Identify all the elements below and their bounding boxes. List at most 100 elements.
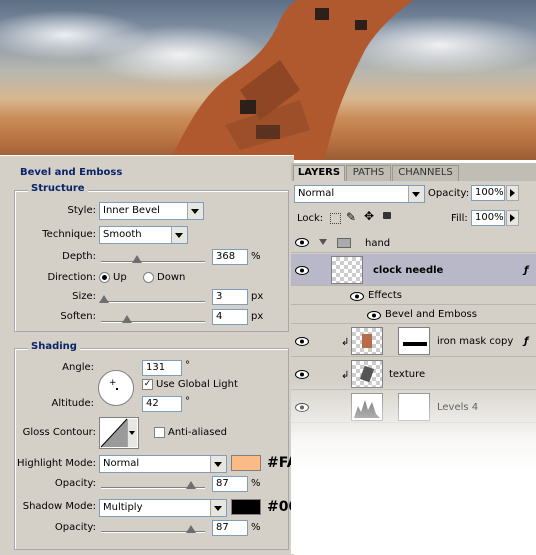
thumbnail-art [362,334,372,348]
highlight-mode-label: Highlight Mode: [17,458,96,469]
histogram-icon [354,400,380,418]
eye-icon[interactable] [295,266,309,275]
highlight-color-swatch[interactable] [231,455,261,471]
angle-dial[interactable]: + [98,370,134,406]
anti-aliased-label: Anti-aliased [168,427,228,438]
eye-icon[interactable] [295,370,309,379]
crosshair-icon: + [109,378,117,388]
fill-arrow-icon[interactable] [506,210,519,226]
depth-slider-thumb[interactable] [132,255,143,263]
layer-row[interactable]: ↲ texture [291,358,536,390]
structure-title: Structure [28,183,88,194]
altitude-unit: ° [185,396,190,407]
layer-row-effect[interactable]: Bevel and Emboss [291,306,536,324]
layer-name: iron mask copy [437,336,514,347]
chevron-down-icon[interactable] [408,186,424,202]
tab-paths[interactable]: PATHS [346,165,391,181]
soften-slider-thumb[interactable] [122,315,132,323]
layer-name: texture [389,369,426,380]
depth-unit: % [251,251,261,262]
altitude-input[interactable]: 42 [142,396,182,412]
angle-input[interactable]: 131 [142,360,182,376]
blend-mode-dropdown[interactable]: Normal [294,185,425,203]
technique-label: Technique: [42,229,96,240]
gloss-contour-picker[interactable] [99,417,139,449]
anti-aliased-checkbox[interactable] [154,427,165,438]
chevron-down-icon[interactable] [171,227,187,243]
layer-name: Bevel and Emboss [385,309,477,320]
shadow-color-swatch[interactable] [231,499,261,515]
eye-icon[interactable] [295,403,309,412]
use-global-light-label: Use Global Light [156,379,238,390]
shadow-opacity-slider-thumb[interactable] [186,525,197,533]
layer-row-effects[interactable]: Effects [291,287,536,305]
mask-art [403,342,427,346]
direction-up-label: Up [113,272,127,283]
move-icon[interactable]: ✥ [364,209,374,223]
panel-tabs: LAYERS PATHS CHANNELS [291,163,536,181]
size-slider-thumb[interactable] [99,295,110,303]
angle-center-dot [116,388,118,390]
layer-row-selected[interactable]: clock needle ƒ [291,254,536,286]
soften-input[interactable]: 4 [212,309,248,325]
direction-up-radio[interactable] [99,272,110,283]
fx-icon[interactable]: ƒ [524,265,528,276]
fill-input[interactable]: 100% [471,210,505,226]
layer-row-group[interactable]: hand [291,233,536,253]
lock-icon[interactable] [383,212,391,219]
eye-icon[interactable] [295,238,309,247]
chevron-down-icon[interactable] [187,203,203,219]
opacity-input[interactable]: 100% [471,185,505,201]
depth-input[interactable]: 368 [212,249,248,265]
opacity-arrow-icon[interactable] [506,185,519,201]
shadow-mode-dropdown[interactable]: Multiply [99,499,227,517]
layer-row[interactable]: Levels 4 [291,391,536,423]
layer-name: clock needle [373,265,444,276]
layer-mask-thumbnail [398,327,430,355]
lock-transparent-icon[interactable] [330,213,341,224]
brush-icon[interactable]: ✎ [346,210,356,224]
direction-down-radio[interactable] [143,272,154,283]
layer-name: Effects [368,290,402,301]
size-slider[interactable] [101,301,205,303]
layer-thumbnail [351,327,383,355]
layer-name: hand [365,238,391,249]
chevron-down-icon[interactable] [210,500,226,516]
style-label: Style: [67,205,97,216]
eye-icon[interactable] [350,292,364,301]
size-unit: px [251,291,264,302]
layer-row[interactable]: ↲ iron mask copy ƒ [291,325,536,357]
eye-icon[interactable] [295,337,309,346]
adjustment-thumbnail [351,393,383,421]
style-dropdown[interactable]: Inner Bevel [99,202,204,220]
chevron-down-icon[interactable] [210,456,226,472]
shadow-opacity-unit: % [251,522,261,533]
depth-slider[interactable] [101,261,205,263]
layer-thumbnail [351,360,383,388]
tab-channels[interactable]: CHANNELS [392,165,459,181]
soften-unit: px [251,311,264,322]
tab-layers[interactable]: LAYERS [293,165,345,181]
clip-arrow-icon: ↲ [341,337,350,348]
fx-icon[interactable]: ƒ [524,336,528,347]
eye-icon[interactable] [367,311,381,320]
blend-mode-value: Normal [298,188,335,199]
style-value: Inner Bevel [103,205,160,216]
use-global-light-checkbox[interactable]: ✓ [142,379,153,390]
shadow-mode-value: Multiply [103,502,143,513]
size-input[interactable]: 3 [212,289,248,305]
soften-slider[interactable] [101,321,205,323]
highlight-opacity-slider-thumb[interactable] [186,481,197,489]
layer-mask-thumbnail [398,393,430,421]
highlight-opacity-input[interactable]: 87 [212,476,248,492]
depth-label: Depth: [62,251,96,262]
size-label: Size: [72,291,96,302]
shadow-opacity-input[interactable]: 87 [212,520,248,536]
chevron-down-icon[interactable] [127,419,137,447]
technique-dropdown[interactable]: Smooth [99,226,188,244]
shadow-mode-label: Shadow Mode: [22,501,96,512]
fill-label: Fill: [451,213,468,224]
expand-triangle-icon[interactable] [319,239,327,245]
highlight-mode-dropdown[interactable]: Normal [99,455,227,473]
shadow-opacity-label: Opacity: [54,522,96,533]
